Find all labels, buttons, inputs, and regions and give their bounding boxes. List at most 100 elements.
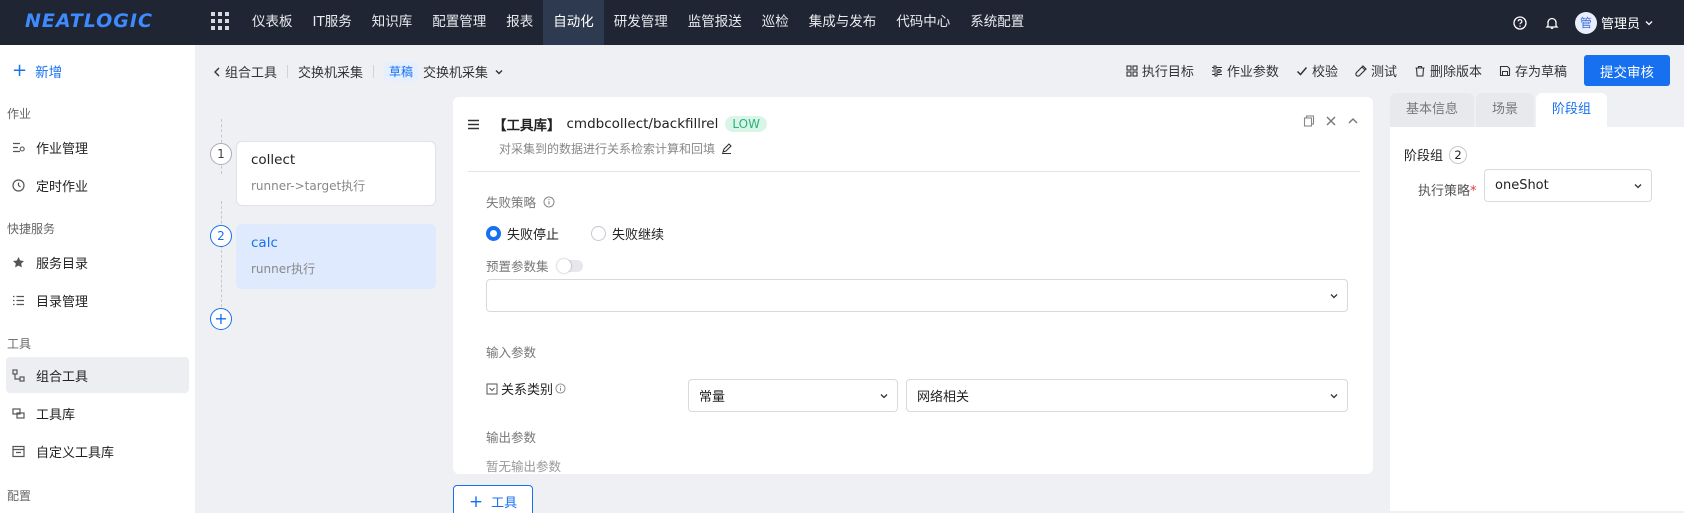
version-select[interactable]: 交换机采集 <box>423 62 488 81</box>
top-navigation: 仪表板 IT服务 知识库 配置管理 报表 自动化 研发管理 监管报送 巡检 集成… <box>242 0 1034 45</box>
nav-knowledge[interactable]: 知识库 <box>362 0 423 45</box>
sidebar-item-scheduled-job[interactable]: 定时作业 <box>0 167 189 203</box>
nav-deploy[interactable]: 集成与发布 <box>799 0 887 45</box>
step-name: collect <box>251 152 296 168</box>
exec-target-button[interactable]: 执行目标 <box>1126 61 1194 80</box>
step-card-collect[interactable]: collect runner->target执行 <box>236 141 436 206</box>
avatar[interactable]: 管 <box>1574 11 1597 34</box>
add-step-button[interactable]: + <box>210 308 232 330</box>
radio-fail-stop[interactable] <box>486 226 501 241</box>
right-tabs: 基本信息 场景 阶段组 <box>1390 93 1684 127</box>
sidebar-item-tool-library[interactable]: 工具库 <box>0 395 189 431</box>
add-new-button[interactable]: + 新增 <box>12 60 62 82</box>
chevron-down-icon[interactable] <box>1644 18 1654 28</box>
nav-regulatory[interactable]: 监管报送 <box>678 0 752 45</box>
sidebar-item-label: 定时作业 <box>36 179 89 195</box>
chevron-up-icon[interactable] <box>1347 115 1359 127</box>
sidebar-item-catalog-manage[interactable]: 目录管理 <box>0 282 189 318</box>
validate-button[interactable]: 校验 <box>1296 61 1338 80</box>
radio-fail-continue[interactable] <box>591 226 607 241</box>
step-card-calc[interactable]: calc runner执行 <box>236 224 436 289</box>
custom-library-icon <box>12 445 25 457</box>
nav-dev-manage[interactable]: 研发管理 <box>604 0 678 45</box>
sidebar-item-custom-tool-library[interactable]: 自定义工具库 <box>0 433 189 469</box>
edit-icon[interactable] <box>715 143 732 154</box>
input-params-label: 输入参数 <box>486 345 537 360</box>
nav-system-config[interactable]: 系统配置 <box>960 0 1034 45</box>
step-connector <box>221 201 222 317</box>
chevron-down-icon[interactable] <box>494 67 504 77</box>
nav-cmdb[interactable]: 配置管理 <box>422 0 496 45</box>
job-params-label: 作业参数 <box>1226 65 1279 80</box>
step-number: 2 <box>210 225 232 247</box>
job-params-button[interactable]: 作业参数 <box>1211 61 1279 80</box>
add-tool-button[interactable]: + 工具 <box>453 485 533 513</box>
output-params-label: 输出参数 <box>486 430 537 445</box>
exec-target-label: 执行目标 <box>1141 65 1194 80</box>
fail-policy-text: 失败策略 <box>486 195 537 210</box>
username[interactable]: 管理员 <box>1601 13 1640 32</box>
tab-scenario[interactable]: 场景 <box>1476 93 1535 127</box>
preset-param-select[interactable] <box>486 279 1348 312</box>
job-list-icon <box>13 142 25 152</box>
tool-description-text: 对采集到的数据进行关系检索计算和回填 <box>499 142 716 156</box>
save-draft-button[interactable]: 存为草稿 <box>1499 61 1567 80</box>
nav-code-center[interactable]: 代码中心 <box>886 0 960 45</box>
close-icon[interactable] <box>1325 115 1337 127</box>
app-grid-icon[interactable] <box>211 12 229 30</box>
step-desc: runner->target执行 <box>251 179 366 193</box>
preset-toggle[interactable] <box>556 258 583 273</box>
drag-handle-icon[interactable] <box>467 119 480 130</box>
preset-param-label: 预置参数集 <box>486 256 583 275</box>
trash-icon <box>1415 65 1425 77</box>
main-content: 组合工具 交换机采集 草稿 交换机采集 执行目标 作业参数 校验 测试 删除版本… <box>195 45 1684 513</box>
back-chevron-icon[interactable] <box>213 67 221 77</box>
save-icon <box>1499 65 1511 76</box>
help-icon[interactable] <box>1511 14 1529 32</box>
right-panel: 基本信息 场景 阶段组 阶段组 2 执行策略* oneShot <box>1390 93 1684 511</box>
nav-it-service[interactable]: IT服务 <box>303 0 362 45</box>
neatlogic-logo[interactable]: NEATLOGIC <box>25 10 153 32</box>
tool-title: 【工具库】 cmdbcollect/backfillrel LOW <box>493 114 767 134</box>
info-icon[interactable] <box>543 196 555 208</box>
toolbar-actions: 执行目标 作业参数 校验 测试 删除版本 存为草稿 提交审核 <box>1126 55 1670 86</box>
sidebar-item-label: 作业管理 <box>36 141 89 157</box>
nav-dashboard[interactable]: 仪表板 <box>242 0 303 45</box>
list-icon <box>13 295 24 305</box>
top-right-tools: 管 管理员 <box>1511 0 1684 45</box>
sidebar-item-service-catalog[interactable]: 服务目录 <box>0 244 189 280</box>
nav-inspection[interactable]: 巡检 <box>752 0 799 45</box>
exec-policy-select[interactable]: oneShot <box>1484 169 1652 202</box>
divider <box>373 65 375 78</box>
nav-report[interactable]: 报表 <box>496 0 543 45</box>
tab-phase-group[interactable]: 阶段组 <box>1536 93 1608 127</box>
param-value-text: 网络相关 <box>917 390 970 405</box>
output-empty-text: 暂无输出参数 <box>486 459 562 474</box>
sidebar-item-label: 组合工具 <box>36 369 89 385</box>
sidebar-item-combo-tool[interactable]: 组合工具 <box>6 357 189 393</box>
param-mode-select[interactable]: 常量 <box>688 379 898 412</box>
tool-lib-tag: 【工具库】 <box>493 118 561 134</box>
collapse-icon <box>486 383 498 394</box>
copy-icon[interactable] <box>1303 115 1315 127</box>
breadcrumb-back-link[interactable]: 组合工具 <box>225 62 277 81</box>
sidebar-item-job-manage[interactable]: 作业管理 <box>0 129 189 165</box>
radio-fail-stop-label[interactable]: 失败停止 <box>507 224 559 243</box>
input-param-row: 关系类别 <box>486 379 569 398</box>
info-icon[interactable] <box>555 383 569 394</box>
nav-automation[interactable]: 自动化 <box>543 0 604 45</box>
sidebar-group-tool: 工具 <box>7 337 32 351</box>
delete-version-button[interactable]: 删除版本 <box>1414 61 1482 80</box>
chevron-down-icon <box>879 391 889 401</box>
sidebar-item-label: 自定义工具库 <box>36 445 115 461</box>
param-value-select[interactable]: 网络相关 <box>906 379 1348 412</box>
test-label: 测试 <box>1370 65 1397 80</box>
radio-fail-continue-label[interactable]: 失败继续 <box>612 224 664 243</box>
sidebar-group-job: 作业 <box>7 107 32 121</box>
submit-review-button[interactable]: 提交审核 <box>1584 55 1670 86</box>
plus-icon: + <box>12 60 28 81</box>
combo-tool-icon <box>12 368 25 382</box>
bell-icon[interactable] <box>1543 14 1561 32</box>
test-button[interactable]: 测试 <box>1355 61 1397 80</box>
tab-basic-info[interactable]: 基本信息 <box>1390 93 1475 127</box>
